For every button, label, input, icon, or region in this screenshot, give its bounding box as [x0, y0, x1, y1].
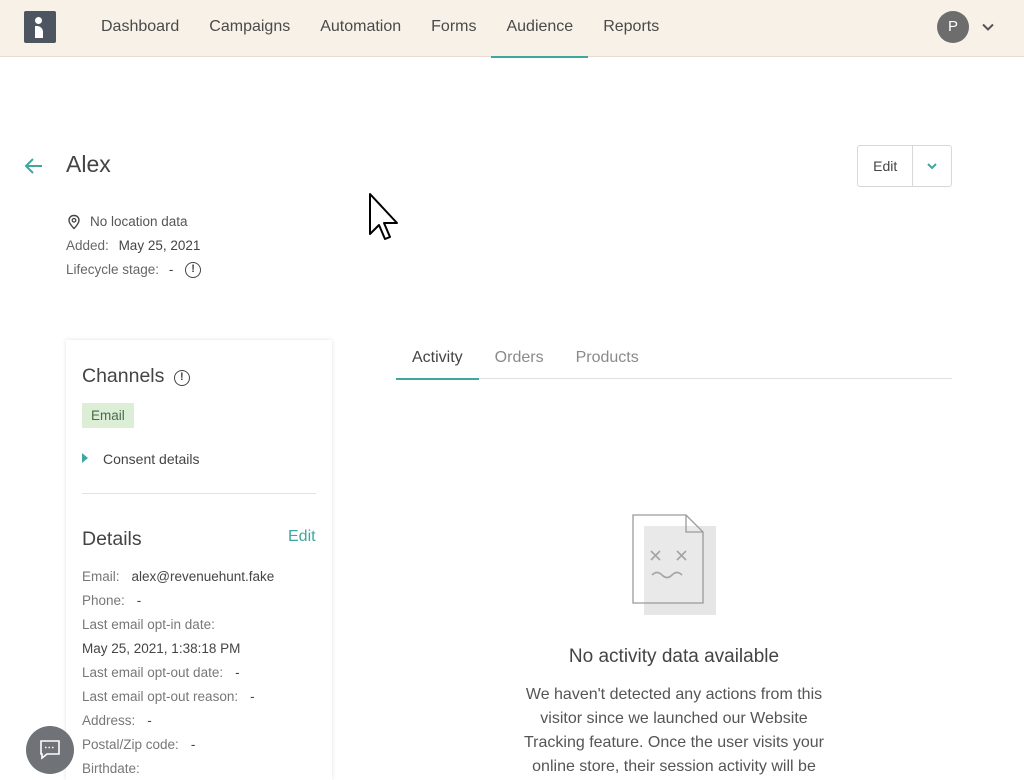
contact-info-card: Channels ! Email Consent details Details…	[66, 340, 332, 780]
detail-row-phone: Phone: -	[82, 593, 142, 608]
info-icon[interactable]: !	[173, 370, 190, 386]
edit-button-group: Edit	[857, 145, 952, 187]
chevron-down-icon	[927, 163, 937, 170]
tab-activity[interactable]: Activity	[396, 338, 479, 380]
detail-row-optout-reason: Last email opt-out reason: -	[82, 689, 255, 704]
details-title: Details	[82, 528, 142, 550]
details-edit-link[interactable]: Edit	[288, 528, 316, 546]
mouse-cursor-icon	[369, 193, 398, 240]
detail-row-optout-date: Last email opt-out date: -	[82, 665, 240, 680]
added-row: Added: May 25, 2021	[66, 238, 200, 253]
empty-document-icon	[632, 514, 716, 615]
detail-row-address: Address: -	[82, 713, 152, 728]
edit-contact-button[interactable]: Edit	[858, 146, 914, 186]
logo-icon[interactable]	[24, 11, 56, 43]
main-nav: Dashboard Campaigns Automation Forms Aud…	[86, 0, 674, 58]
nav-item-dashboard[interactable]: Dashboard	[86, 0, 194, 57]
lifecycle-label: Lifecycle stage:	[66, 262, 160, 277]
location-pin-icon	[68, 214, 80, 230]
detail-row-optin-label: Last email opt-in date:	[82, 617, 215, 632]
triangle-right-icon	[82, 453, 88, 463]
added-value: May 25, 2021	[118, 238, 201, 253]
tab-products[interactable]: Products	[560, 338, 655, 379]
arrow-left-icon[interactable]	[24, 156, 44, 176]
detail-row-postal: Postal/Zip code: -	[82, 737, 196, 752]
chat-button[interactable]	[26, 726, 74, 774]
chevron-down-icon[interactable]	[981, 20, 995, 34]
contact-name: Alex	[66, 151, 111, 177]
channel-chip-email: Email	[82, 403, 134, 428]
channels-title: Channels !	[82, 365, 190, 388]
consent-details-toggle[interactable]: Consent details	[82, 451, 200, 467]
nav-item-reports[interactable]: Reports	[588, 0, 674, 57]
added-label: Added:	[66, 238, 109, 253]
chat-icon	[40, 740, 60, 760]
info-icon[interactable]: !	[185, 262, 202, 279]
top-navigation-bar: Dashboard Campaigns Automation Forms Aud…	[0, 0, 1024, 58]
nav-item-campaigns[interactable]: Campaigns	[194, 0, 305, 57]
detail-row-birthdate: Birthdate:	[82, 761, 140, 776]
edit-dropdown-button[interactable]	[913, 146, 951, 186]
detail-row-optin-value: May 25, 2021, 1:38:18 PM	[82, 641, 241, 656]
empty-state-body: We haven't detected any actions from thi…	[524, 686, 824, 775]
divider	[82, 493, 316, 494]
nav-item-automation[interactable]: Automation	[305, 0, 416, 57]
tab-orders[interactable]: Orders	[479, 338, 560, 379]
nav-item-audience[interactable]: Audience	[491, 0, 588, 58]
nav-item-forms[interactable]: Forms	[416, 0, 491, 57]
activity-tabs: Activity Orders Products	[396, 338, 952, 380]
user-avatar[interactable]: P	[937, 11, 969, 43]
empty-state-title: No activity data available	[568, 646, 780, 667]
location-text: No location data	[90, 214, 188, 229]
lifecycle-row: Lifecycle stage: - !	[66, 262, 202, 279]
lifecycle-value: -	[168, 262, 174, 277]
detail-row-email: Email: alex@revenuehunt.fake	[82, 569, 275, 584]
